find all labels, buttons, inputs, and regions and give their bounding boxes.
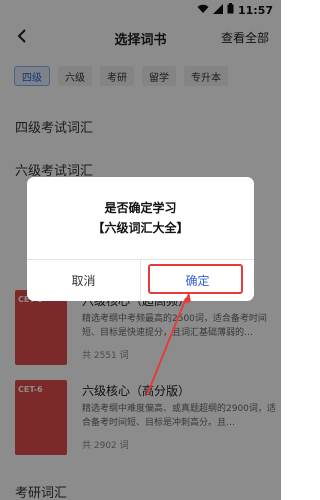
annotation-highlight-box [148,264,243,294]
cancel-button[interactable]: 取消 [27,259,140,301]
dialog-message-line2: 【六级词汇大全】 [92,221,189,235]
dialog-message-line1: 是否确定学习 [104,201,177,215]
